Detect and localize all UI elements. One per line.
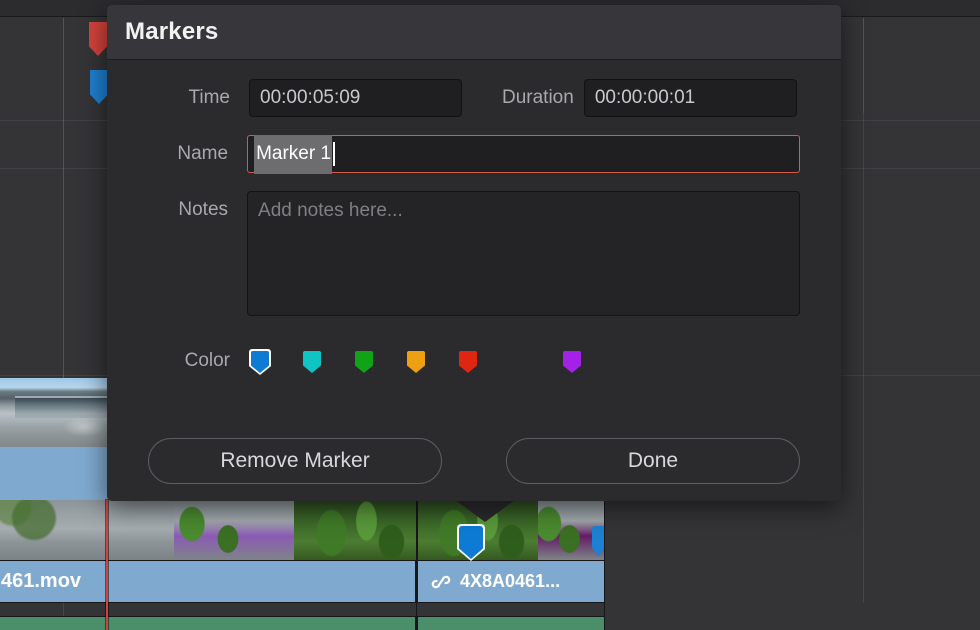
timeline-gridline — [863, 113, 864, 603]
playhead[interactable] — [106, 500, 108, 630]
name-label: Name — [148, 135, 247, 173]
timeline-marker-red[interactable] — [89, 22, 107, 56]
notes-row: Notes Add notes here... — [148, 191, 800, 316]
name-row: Name Marker 1 — [148, 135, 800, 173]
dialog-titlebar[interactable]: Markers — [107, 5, 841, 60]
clip-2-filmstrip — [417, 500, 605, 560]
duration-label: Duration — [462, 79, 584, 117]
timeline-gridline — [863, 18, 864, 113]
clip-2-name: 4X8A0461... — [460, 571, 560, 592]
markers-dialog: Markers Time 00:00:05:09 Duration 00:00:… — [107, 5, 841, 501]
clip-boundary — [416, 500, 417, 630]
clip-1-name-bar[interactable]: 461.mov — [0, 560, 416, 603]
clip-1-filmstrip-lower — [0, 500, 416, 560]
app-root: 461.mov 461.mov — [0, 0, 980, 630]
duration-input[interactable]: 00:00:00:01 — [584, 79, 797, 117]
color-swatch-pink[interactable] — [509, 349, 531, 375]
color-swatch-purple[interactable] — [561, 349, 583, 375]
clip-1-name: 461.mov — [1, 570, 81, 593]
done-button[interactable]: Done — [506, 438, 800, 484]
color-swatch-blue[interactable] — [249, 349, 271, 375]
name-input[interactable]: Marker 1 — [247, 135, 800, 173]
color-swatch-cyan[interactable] — [301, 349, 323, 375]
dialog-body: Time 00:00:05:09 Duration 00:00:00:01 Na… — [107, 60, 841, 375]
notes-input[interactable]: Add notes here... — [247, 191, 800, 316]
time-duration-row: Time 00:00:05:09 Duration 00:00:00:01 — [148, 79, 800, 117]
timeline-gridline — [63, 18, 64, 378]
clip-2-name-bar[interactable]: 4X8A0461... — [417, 560, 605, 603]
text-caret — [333, 142, 335, 166]
dialog-button-row: Remove Marker Done — [107, 438, 841, 484]
audio-clip-1[interactable] — [0, 616, 416, 630]
color-swatch-green[interactable] — [353, 349, 375, 375]
name-input-value: Marker 1 — [254, 135, 332, 174]
color-swatch-group — [249, 346, 583, 375]
timeline-marker-blue[interactable] — [90, 70, 108, 104]
notes-label: Notes — [148, 191, 247, 229]
dialog-title: Markers — [125, 18, 218, 46]
remove-marker-button[interactable]: Remove Marker — [148, 438, 442, 484]
audio-clip-2[interactable] — [417, 616, 605, 630]
time-label: Time — [148, 79, 249, 117]
clip-boundary — [604, 500, 605, 630]
color-label: Color — [148, 348, 249, 374]
time-input[interactable]: 00:00:05:09 — [249, 79, 462, 117]
link-icon — [430, 573, 452, 591]
color-row: Color — [148, 346, 800, 375]
color-swatch-red[interactable] — [457, 349, 479, 375]
color-swatch-orange[interactable] — [405, 349, 427, 375]
